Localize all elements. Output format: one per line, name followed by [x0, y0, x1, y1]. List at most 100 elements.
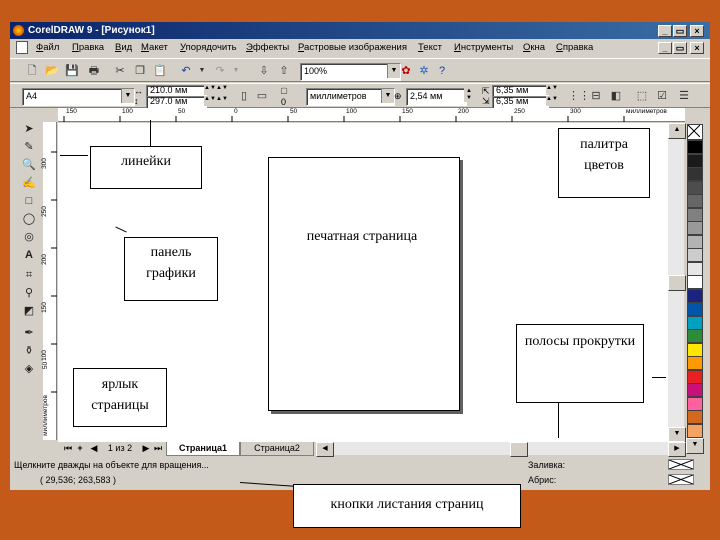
menu-bitmaps[interactable]: Растровые изображения	[298, 39, 407, 57]
fill-tool-icon[interactable]: ◈	[20, 360, 38, 378]
color-swatch[interactable]	[687, 329, 703, 343]
corel-online-icon[interactable]: ✿	[398, 63, 414, 79]
ruler-corner[interactable]	[43, 108, 58, 122]
application-launcher-icon[interactable]: ✲	[416, 63, 432, 79]
color-swatch[interactable]	[687, 288, 703, 303]
menu-layout[interactable]: Макет	[141, 39, 168, 57]
units-select[interactable]: миллиметров ▼	[306, 88, 395, 106]
scroll-thumb[interactable]	[668, 275, 686, 291]
last-page-button[interactable]: ⏭	[152, 442, 164, 455]
color-swatch[interactable]	[687, 356, 703, 370]
interactive-tool-icon[interactable]: ⌗	[20, 266, 38, 284]
color-swatch[interactable]	[687, 153, 703, 168]
nudge-spinner[interactable]: ▲ ▼	[464, 88, 474, 102]
printable-page[interactable]	[268, 157, 460, 411]
dup-x-spinner[interactable]: ▲▼	[546, 85, 558, 95]
freehand-tool-icon[interactable]: ✍	[20, 174, 38, 192]
eyedropper-tool-icon[interactable]: ⚲	[20, 284, 38, 302]
portrait-icon[interactable]: ▯	[236, 88, 252, 104]
color-swatch[interactable]	[687, 302, 703, 316]
page-tab-2[interactable]: Страница2	[240, 442, 314, 456]
menu-view[interactable]: Вид	[115, 39, 132, 57]
next-page-button[interactable]: ▶	[140, 442, 152, 455]
paper-size-select[interactable]: A4 ▼	[22, 88, 135, 106]
color-swatch[interactable]	[687, 194, 703, 208]
new-file-icon[interactable]: 🗋	[24, 63, 40, 79]
cut-icon[interactable]: ✂	[112, 63, 128, 79]
width-spinner[interactable]: ▲▼	[204, 85, 216, 95]
print-icon[interactable]: 🖶	[86, 63, 102, 79]
shape-tool-icon[interactable]: ✎	[20, 138, 38, 156]
menu-tools[interactable]: Инструменты	[454, 39, 513, 57]
color-swatch[interactable]	[687, 248, 703, 262]
add-page-button[interactable]: +	[74, 442, 86, 455]
menu-edit[interactable]: Правка	[72, 39, 104, 57]
no-color-swatch[interactable]	[687, 124, 703, 140]
menu-file[interactable]: Файл	[36, 39, 59, 57]
height-spinner-2[interactable]: ▲▼	[216, 96, 228, 106]
undo-icon[interactable]: ↶	[178, 63, 194, 79]
width-spinner-2[interactable]: ▲▼	[216, 85, 228, 95]
menu-effects[interactable]: Эффекты	[246, 39, 289, 57]
menu-arrange[interactable]: Упорядочить	[180, 39, 237, 57]
snap-to-guidelines-icon[interactable]: ⊟	[588, 88, 604, 104]
whats-this-icon[interactable]: ?	[434, 63, 450, 79]
palette-scroll-down-button[interactable]: ▼	[686, 438, 704, 454]
landscape-icon[interactable]: ▭	[254, 88, 270, 104]
menu-windows[interactable]: Окна	[523, 39, 545, 57]
fill-swatch[interactable]	[668, 459, 694, 470]
spiral-tool-icon[interactable]: ◎	[20, 228, 38, 246]
color-swatch[interactable]	[687, 221, 703, 235]
color-swatch[interactable]	[687, 342, 703, 357]
first-page-button[interactable]: ⏮	[62, 442, 74, 455]
vertical-scrollbar[interactable]: ▲ ▼	[668, 123, 686, 443]
doc-minimize-button[interactable]: _	[658, 42, 672, 54]
export-icon[interactable]: ⇧	[276, 63, 292, 79]
dup-y-spinner[interactable]: ▲▼	[546, 96, 558, 106]
zoom-tool-icon[interactable]: 🔍	[20, 156, 38, 174]
align-icon[interactable]: ☰	[676, 88, 692, 104]
redo-dropdown-icon[interactable]: ▼	[228, 63, 244, 79]
copy-icon[interactable]: ❐	[132, 63, 148, 79]
rectangle-tool-icon[interactable]: □	[20, 192, 38, 210]
nudge-field[interactable]: 2,54 мм	[406, 88, 467, 106]
snap-to-objects-icon[interactable]: ◧	[608, 88, 624, 104]
color-swatch[interactable]	[687, 207, 703, 222]
horizontal-scrollbar[interactable]: ◀ ▶	[316, 442, 686, 457]
color-swatch[interactable]	[687, 180, 703, 195]
transparency-tool-icon[interactable]: ◩	[20, 302, 38, 320]
color-swatch[interactable]	[687, 140, 703, 154]
text-tool-icon[interactable]: A	[20, 246, 38, 264]
color-swatch[interactable]	[687, 423, 703, 438]
ellipse-tool-icon[interactable]: ◯	[20, 210, 38, 228]
color-swatch[interactable]	[687, 275, 703, 289]
outline-tool-icon[interactable]: ⚱	[20, 342, 38, 360]
minimize-button[interactable]: _	[658, 25, 672, 37]
snap-to-grid-icon[interactable]: ⋮⋮	[568, 88, 590, 104]
close-button[interactable]: ×	[690, 25, 704, 37]
doc-restore-button[interactable]: ▭	[673, 42, 687, 54]
vertical-ruler[interactable]: 300 250 200 150 100 50 миллиметров	[41, 122, 57, 440]
prev-page-button[interactable]: ◀	[88, 442, 100, 455]
color-swatch[interactable]	[687, 369, 703, 384]
color-swatch[interactable]	[687, 410, 703, 424]
color-swatch[interactable]	[687, 234, 703, 249]
outline-swatch[interactable]	[668, 474, 694, 485]
color-swatch[interactable]	[687, 261, 703, 276]
import-icon[interactable]: ⇩	[256, 63, 272, 79]
document-icon[interactable]	[16, 41, 28, 54]
h-scroll-thumb[interactable]	[510, 442, 528, 457]
pick-tool-icon[interactable]: ➤	[20, 120, 38, 138]
redo-icon[interactable]: ↷	[212, 63, 228, 79]
pen-tool-icon[interactable]: ✒	[20, 324, 38, 342]
scroll-up-button[interactable]: ▲	[668, 123, 686, 139]
maximize-button[interactable]: ▭	[673, 25, 687, 37]
save-icon[interactable]: 💾	[64, 63, 80, 79]
horizontal-ruler[interactable]: 150 100 50 0 50 100 150 200 250 300 милл…	[58, 108, 685, 122]
color-swatch[interactable]	[687, 315, 703, 330]
page-tab-1[interactable]: Страница1	[166, 442, 240, 456]
color-swatch[interactable]	[687, 396, 703, 411]
doc-close-button[interactable]: ×	[690, 42, 704, 54]
height-spinner[interactable]: ▲▼	[204, 96, 216, 106]
select-tool-icon[interactable]: ⬚	[634, 88, 650, 104]
